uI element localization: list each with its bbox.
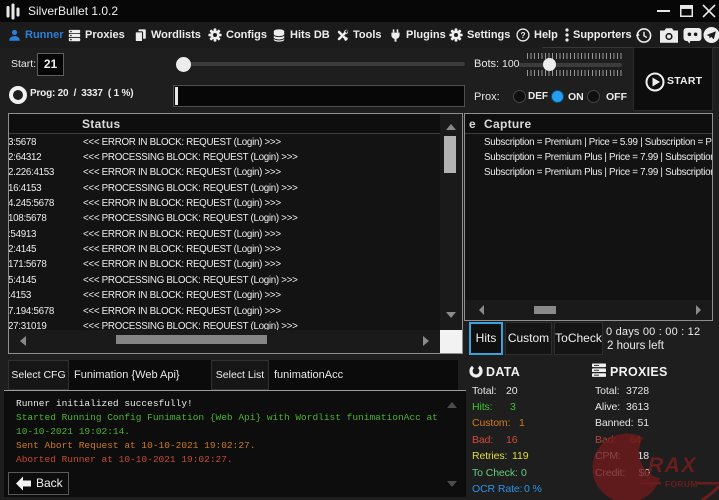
svg-text:RAX: RAX: [648, 454, 697, 477]
svg-text:FORUM: FORUM: [665, 479, 698, 489]
svg-text:?: ?: [520, 30, 525, 40]
